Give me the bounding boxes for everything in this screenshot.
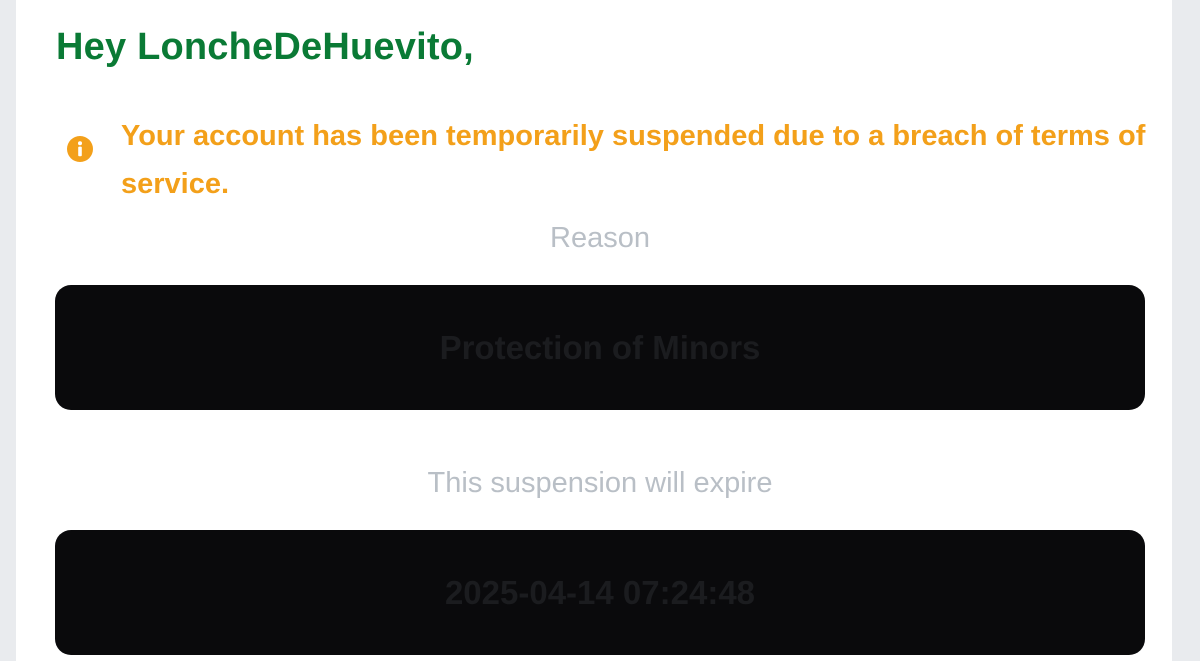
expiry-value: 2025-04-14 07:24:48 [444, 573, 756, 611]
reason-label: Reason [550, 222, 650, 254]
expiry-label: This suspension will expire [427, 467, 773, 499]
greeting-heading: Hey LoncheDeHuevito, [56, 26, 474, 68]
reason-value: Protection of Minors [439, 328, 761, 366]
suspension-alert: Your account has been temporarily suspen… [56, 112, 1152, 208]
left-margin [0, 0, 16, 661]
info-icon [67, 136, 93, 162]
suspension-message: Your account has been temporarily suspen… [121, 120, 1146, 200]
suspension-notice-panel: Hey LoncheDeHuevito, Your account has be… [16, 0, 1172, 661]
reason-value-box: Protection of Minors [55, 285, 1145, 410]
expiry-value-box: 2025-04-14 07:24:48 [55, 530, 1145, 655]
right-margin [1172, 0, 1200, 661]
